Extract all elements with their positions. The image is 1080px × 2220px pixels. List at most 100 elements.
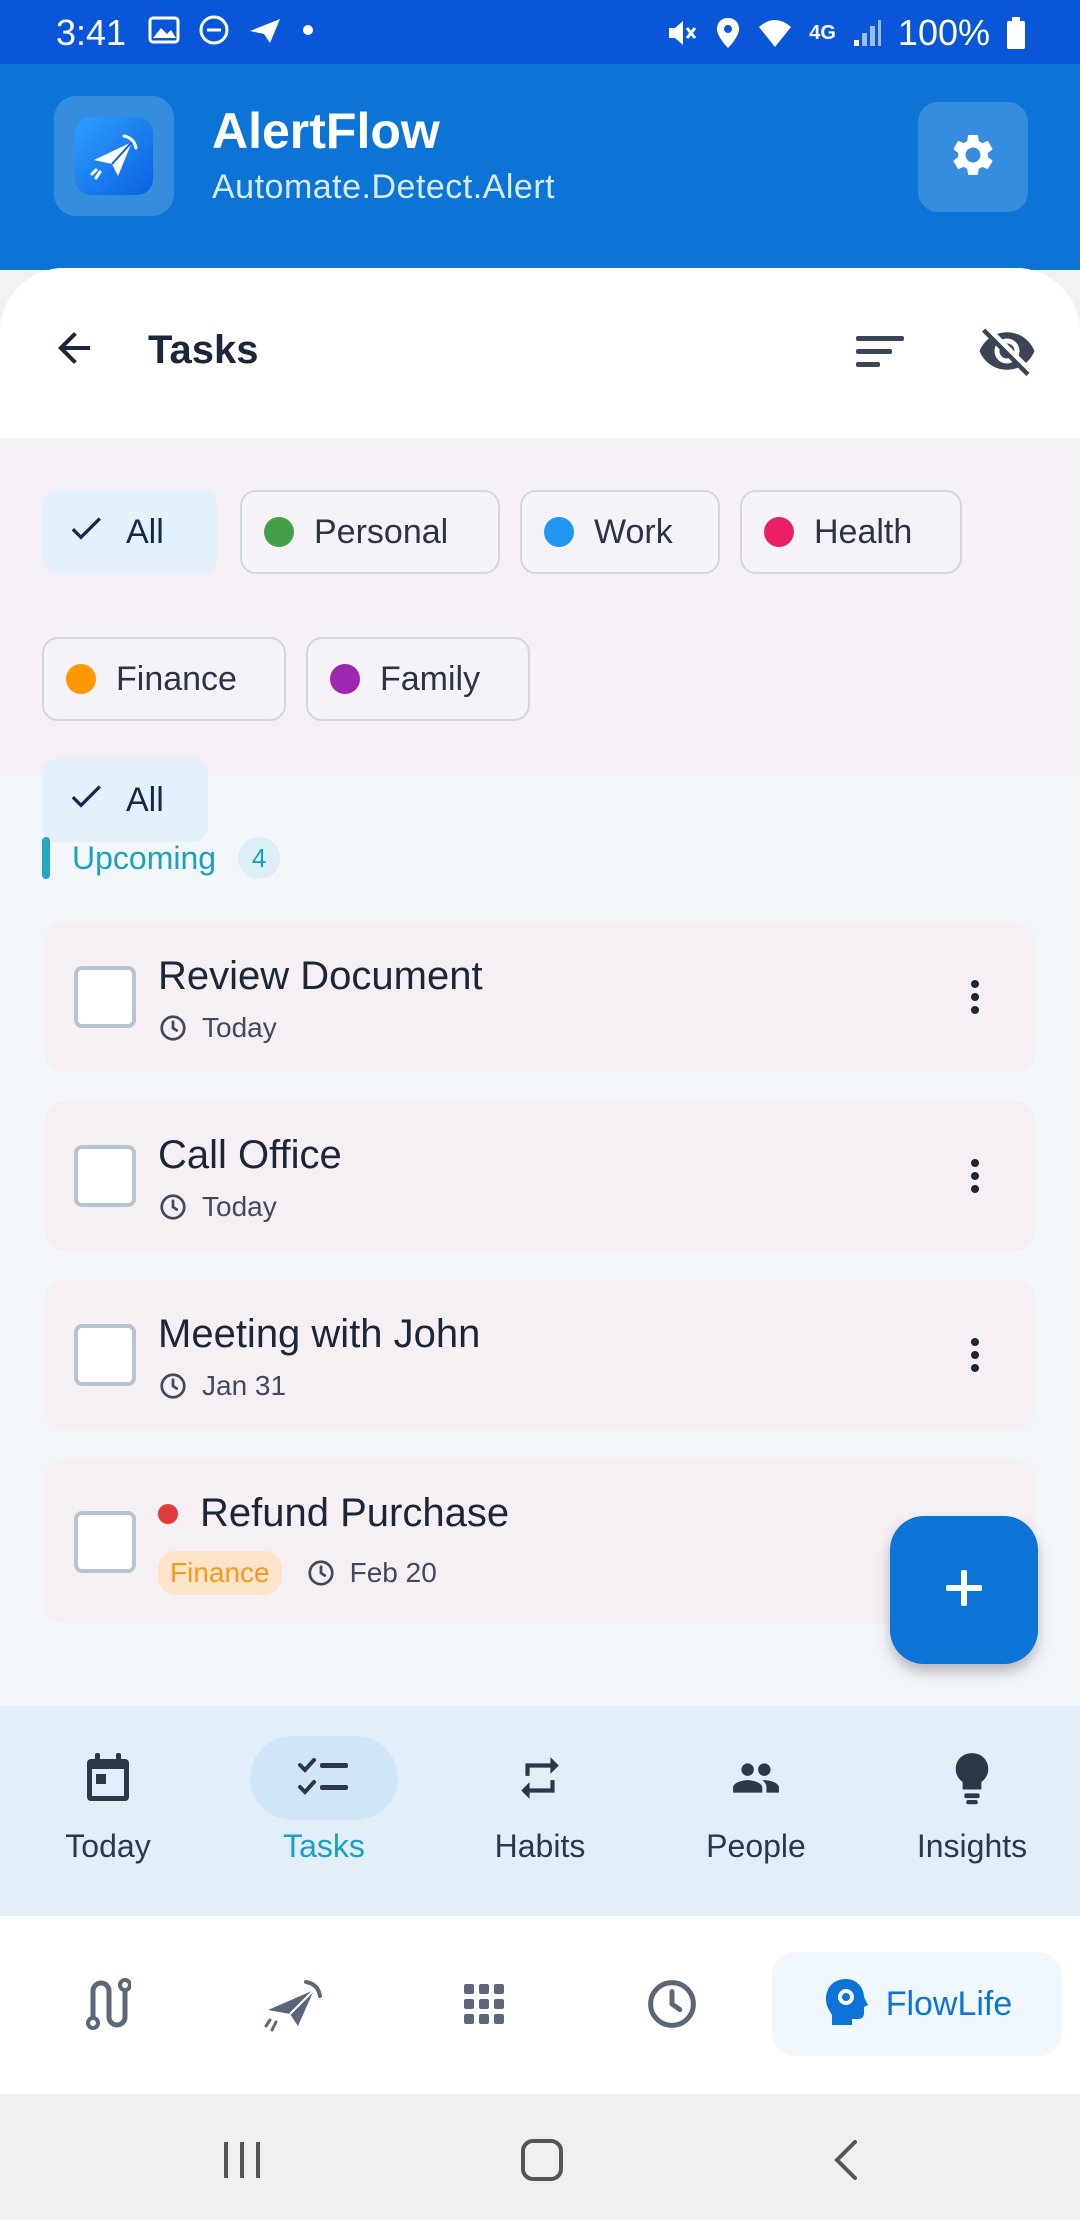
calendar-icon xyxy=(34,1736,182,1820)
nav-label: Tasks xyxy=(283,1828,365,1864)
status-time: 3:41 xyxy=(56,12,127,53)
nav-label: Insights xyxy=(916,1828,1028,1864)
eye-off-icon xyxy=(977,321,1037,386)
flowlife-label: FlowLife xyxy=(885,1984,1013,2023)
filter-chip-finance[interactable]: Finance xyxy=(42,637,286,721)
filter-chip-label: All xyxy=(126,512,164,551)
task-due-label: Jan 31 xyxy=(202,1370,287,1401)
clock-icon xyxy=(160,1194,186,1220)
more-vert-icon xyxy=(971,1159,979,1193)
head-gear-icon xyxy=(822,1977,870,2032)
dot-notification-icon xyxy=(302,24,314,36)
hide-completed-button[interactable] xyxy=(974,320,1040,386)
filter-chip-label: Work xyxy=(594,512,673,551)
chevron-left-icon xyxy=(831,2138,861,2187)
task-more-button[interactable] xyxy=(950,962,1000,1032)
send-notification-icon xyxy=(248,15,284,45)
lightbulb-icon xyxy=(898,1736,1046,1820)
apps-button[interactable] xyxy=(444,1966,524,2046)
recents-icon xyxy=(220,2140,264,2185)
history-button[interactable] xyxy=(632,1966,712,2046)
category-color-dot xyxy=(764,517,794,547)
section-accent-bar xyxy=(42,837,50,879)
filter-chip-all[interactable]: All xyxy=(42,758,208,842)
more-vert-icon xyxy=(971,980,979,1014)
task-title: Meeting with John xyxy=(158,1312,481,1356)
task-card[interactable]: Review Document Today xyxy=(44,922,1036,1072)
task-due: Jan 31 xyxy=(158,1370,286,1402)
sort-button[interactable] xyxy=(850,324,910,384)
nav-item-insights[interactable]: Insights xyxy=(864,1706,1080,1916)
filter-chip-all[interactable]: All xyxy=(42,490,218,574)
page-title: Tasks xyxy=(148,328,259,372)
route-button[interactable] xyxy=(66,1966,146,2046)
task-title: Review Document xyxy=(158,954,483,998)
paper-plane-icon xyxy=(75,117,153,195)
mute-icon xyxy=(665,17,699,49)
nav-label: Today xyxy=(65,1828,151,1864)
nav-item-people[interactable]: People xyxy=(648,1706,864,1916)
task-due: Today xyxy=(158,1012,277,1044)
battery-icon xyxy=(1006,16,1026,50)
location-icon xyxy=(715,16,741,50)
filter-chip-family[interactable]: Family xyxy=(306,637,530,721)
nav-item-habits[interactable]: Habits xyxy=(432,1706,648,1916)
check-icon xyxy=(66,776,106,825)
nav-item-tasks[interactable]: Tasks xyxy=(216,1706,432,1916)
filter-chip-label: Personal xyxy=(314,512,449,551)
app-logo xyxy=(54,96,174,216)
wifi-icon xyxy=(757,17,793,49)
bottom-navigation: Today Tasks Habits People Insights xyxy=(0,1706,1080,1916)
task-more-button[interactable] xyxy=(950,1320,1000,1390)
task-checkbox[interactable] xyxy=(74,1324,136,1386)
status-left-icons xyxy=(148,14,314,46)
task-checkbox[interactable] xyxy=(74,1511,136,1573)
clock-icon xyxy=(308,1560,334,1586)
task-due: Finance Feb 20 xyxy=(158,1551,437,1595)
grid-icon xyxy=(462,1982,506,2031)
task-checkbox[interactable] xyxy=(74,966,136,1028)
clock-icon xyxy=(645,1977,699,2036)
filter-chip-label: Finance xyxy=(116,659,237,698)
app-title: AlertFlow xyxy=(212,103,440,159)
back-button[interactable] xyxy=(44,320,104,380)
filter-chip-label: Health xyxy=(814,512,913,551)
priority-dot xyxy=(158,1503,178,1524)
app-header: AlertFlow Automate.Detect.Alert xyxy=(0,64,1080,270)
nav-item-today[interactable]: Today xyxy=(0,1706,216,1916)
sort-icon xyxy=(854,332,906,377)
category-filter-panel: All xyxy=(0,438,1080,842)
route-icon xyxy=(81,1977,132,2036)
more-vert-icon xyxy=(971,1338,979,1372)
home-button[interactable] xyxy=(512,2132,572,2192)
task-more-button[interactable] xyxy=(950,1141,1000,1211)
category-color-dot xyxy=(264,517,294,547)
recents-button[interactable] xyxy=(212,2132,272,2192)
flowlife-button[interactable]: FlowLife xyxy=(772,1952,1062,2056)
app-subtitle: Automate.Detect.Alert xyxy=(212,168,556,206)
task-checkbox[interactable] xyxy=(74,1145,136,1207)
filter-chip-label: Family xyxy=(380,659,481,698)
image-notification-icon xyxy=(148,16,180,44)
arrow-left-icon xyxy=(50,324,98,377)
filter-chip-personal[interactable]: Personal xyxy=(240,490,500,574)
clock-icon xyxy=(160,1015,186,1041)
send-button[interactable] xyxy=(254,1966,334,2046)
send-icon xyxy=(262,1976,326,2037)
category-badge: Finance xyxy=(158,1551,282,1595)
settings-button[interactable] xyxy=(918,102,1028,212)
filter-chip-work[interactable]: Work xyxy=(520,490,720,574)
checklist-icon xyxy=(250,1736,398,1820)
task-card[interactable]: Refund Purchase Finance Feb 20 xyxy=(44,1459,1036,1623)
task-card[interactable]: Meeting with John Jan 31 xyxy=(44,1280,1036,1430)
nav-label: Habits xyxy=(494,1828,586,1864)
add-task-button[interactable] xyxy=(890,1516,1038,1664)
filter-chip-health[interactable]: Health xyxy=(740,490,962,574)
app-toolbar: FlowLife xyxy=(0,1916,1080,2094)
clock-icon xyxy=(160,1373,186,1399)
home-icon xyxy=(520,2138,564,2187)
system-back-button[interactable] xyxy=(816,2132,876,2192)
signal-icon xyxy=(852,18,882,48)
task-card[interactable]: Call Office Today xyxy=(44,1101,1036,1251)
section-header-upcoming: Upcoming 4 xyxy=(42,836,281,880)
